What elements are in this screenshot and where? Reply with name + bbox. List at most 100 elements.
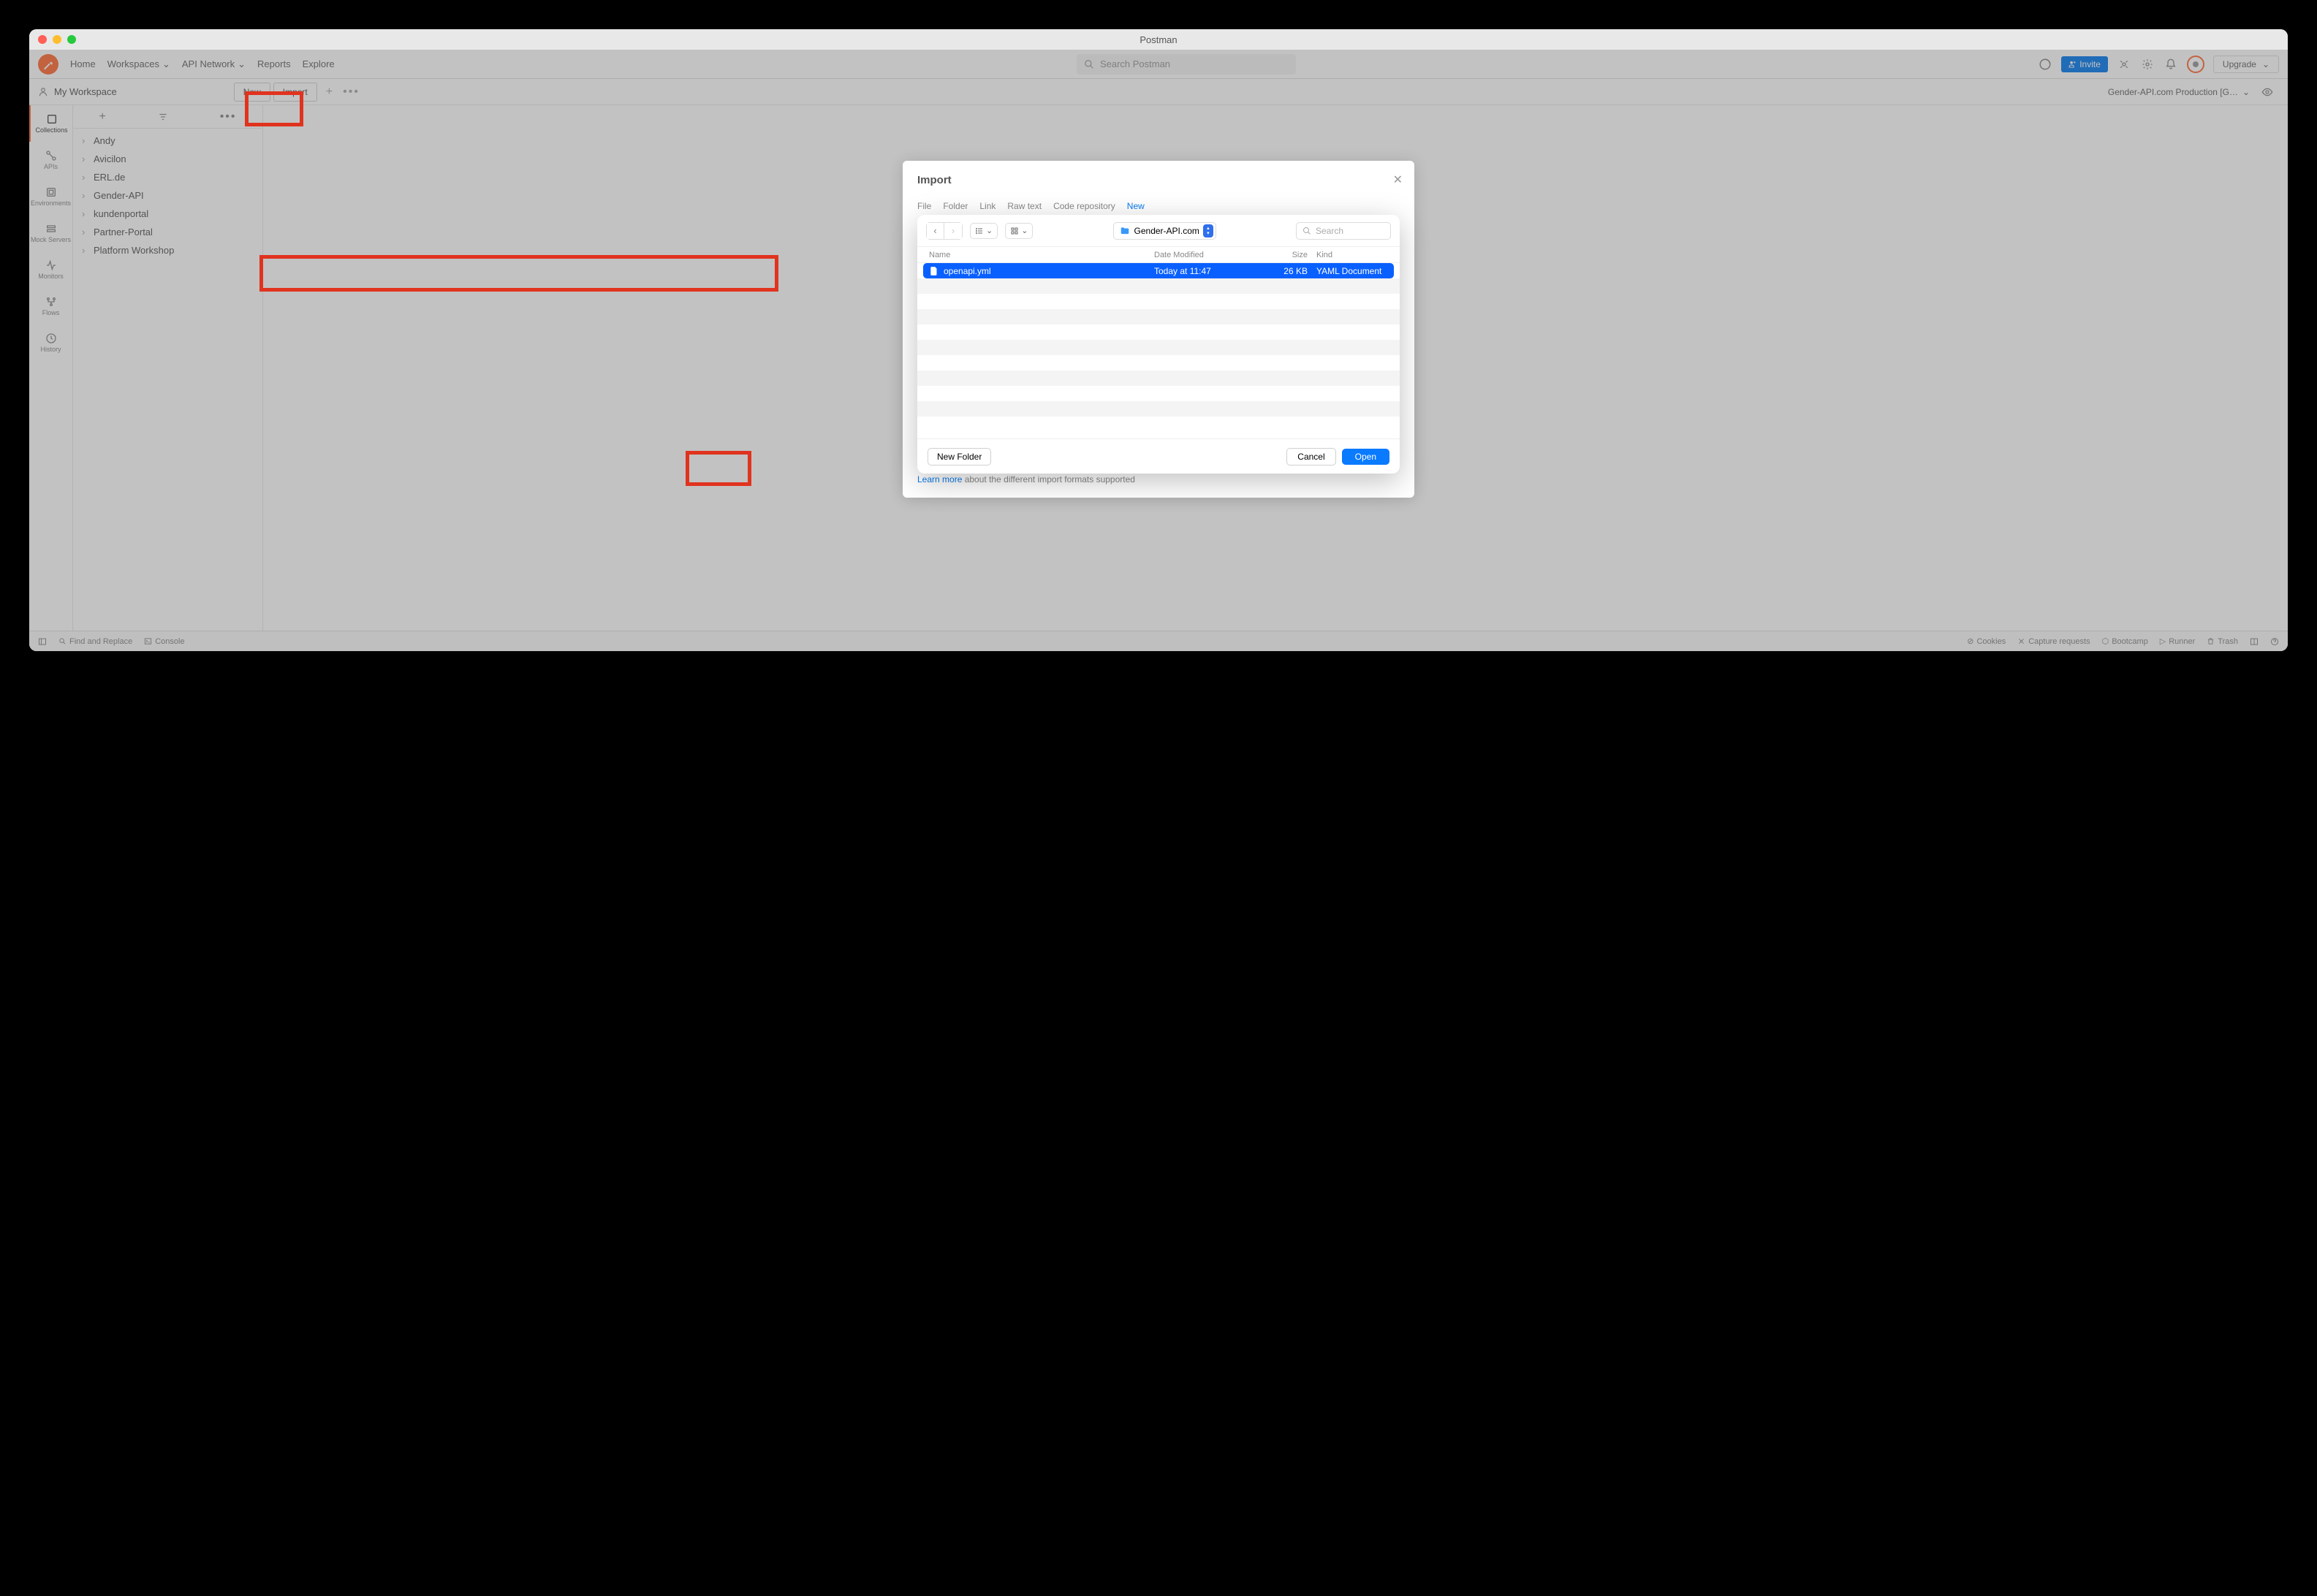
chevron-right-icon: › [82,190,89,201]
file-picker: ‹ › ⌄ ⌄ Gender-API.com ▴▾ Search [917,215,1400,474]
close-icon[interactable] [38,35,47,44]
collection-item[interactable]: ›Avicilon [73,150,262,168]
open-button[interactable]: Open [1342,449,1389,465]
nav-home[interactable]: Home [70,58,96,69]
two-pane-icon[interactable] [2250,637,2259,646]
find-replace[interactable]: Find and Replace [58,637,132,646]
modal-title: Import [917,174,1400,186]
search-input[interactable]: Search Postman [1077,54,1296,75]
table-row [917,401,1400,417]
trash[interactable]: Trash [2207,637,2238,646]
table-row [917,386,1400,401]
file-row-selected[interactable]: openapi.yml Today at 11:47 26 KB YAML Do… [923,263,1394,278]
list-view-button[interactable]: ⌄ [970,223,998,239]
collection-item[interactable]: ›Andy [73,132,262,150]
chevron-right-icon: › [82,245,89,256]
add-icon[interactable]: + [99,110,105,123]
cookies[interactable]: ⊘ Cookies [1967,636,2006,646]
more-icon[interactable]: ••• [343,86,360,99]
collection-item[interactable]: ›Partner-Portal [73,223,262,241]
new-button[interactable]: New [234,83,270,102]
invite-button[interactable]: Invite [2061,56,2108,72]
collection-item[interactable]: ›Gender-API [73,186,262,205]
chevron-right-icon: › [82,208,89,219]
file-list: openapi.yml Today at 11:47 26 KB YAML Do… [917,263,1400,438]
chevron-down-icon: ⌄ [986,226,993,235]
eye-icon[interactable] [2261,86,2273,98]
forward-button[interactable]: › [944,223,962,239]
tab-new[interactable]: New [1127,201,1145,211]
postman-logo-icon[interactable] [38,54,58,75]
filter-icon[interactable] [158,112,168,122]
console[interactable]: Console [144,637,184,646]
gear-icon[interactable] [2140,57,2155,72]
collection-item[interactable]: ›Platform Workshop [73,241,262,259]
runner[interactable]: ▷ Runner [2160,636,2196,646]
maximize-icon[interactable] [67,35,76,44]
back-button[interactable]: ‹ [927,223,944,239]
sidebar-item-mock-servers[interactable]: Mock Servers [29,215,72,251]
cancel-button[interactable]: Cancel [1286,448,1335,466]
table-row [917,294,1400,309]
learn-more-link[interactable]: Learn more [917,474,962,484]
new-folder-button[interactable]: New Folder [928,448,991,466]
chevron-right-icon: › [82,227,89,238]
satellite-icon[interactable] [2117,57,2131,72]
tab-code-repo[interactable]: Code repository [1053,201,1115,211]
add-tab-icon[interactable]: + [326,86,333,99]
chevron-down-icon: ⌄ [238,58,246,70]
chevron-right-icon: › [82,135,89,146]
close-icon[interactable]: ✕ [1393,172,1403,187]
collection-item[interactable]: ›ERL.de [73,168,262,186]
nav-api-network[interactable]: API Network⌄ [182,58,246,70]
sync-icon[interactable] [2038,57,2052,72]
environment-select[interactable]: Gender-API.com Production [G… ⌄ [2102,83,2279,101]
nav-reports[interactable]: Reports [257,58,291,69]
chevron-down-icon: ⌄ [1021,226,1028,235]
sidebar-toggle-icon[interactable] [38,637,47,646]
capture-requests[interactable]: Capture requests [2017,637,2090,646]
sidebar-item-collections[interactable]: Collections [29,105,72,142]
tab-folder[interactable]: Folder [943,201,968,211]
avatar[interactable] [2187,56,2204,73]
nav-workspaces[interactable]: Workspaces⌄ [107,58,170,70]
table-row [917,417,1400,432]
tab-link[interactable]: Link [979,201,996,211]
tab-file[interactable]: File [917,201,931,211]
traffic-lights[interactable] [29,35,76,44]
sidebar-item-flows[interactable]: Flows [29,288,72,324]
sidebar-item-history[interactable]: History [29,324,72,361]
table-row [917,324,1400,340]
chevron-right-icon: › [82,153,89,164]
sidebar-item-apis[interactable]: APIs [29,142,72,178]
collection-item[interactable]: ›kundenportal [73,205,262,223]
bell-icon[interactable] [2164,57,2178,72]
sidebar-item-environments[interactable]: Environments [29,178,72,215]
workspace-selector[interactable]: My Workspace [38,86,117,97]
user-plus-icon [2068,60,2077,68]
search-placeholder: Search Postman [1100,58,1170,69]
help-icon[interactable] [2270,637,2279,646]
upgrade-button[interactable]: Upgrade⌄ [2213,56,2279,73]
nav-explore[interactable]: Explore [303,58,335,69]
minimize-icon[interactable] [53,35,61,44]
folder-icon [1120,226,1130,236]
document-icon [929,266,939,276]
search-input[interactable]: Search [1296,222,1391,240]
learn-more-text: Learn more about the different import fo… [917,474,1400,484]
table-row [917,340,1400,355]
more-icon[interactable]: ••• [220,110,237,123]
import-button[interactable]: Import [273,83,317,102]
sidebar-rail: Collections APIs Environments Mock Serve… [29,105,73,631]
table-row [917,278,1400,294]
table-row [917,309,1400,324]
sidebar-item-monitors[interactable]: Monitors [29,251,72,288]
path-selector[interactable]: Gender-API.com ▴▾ [1113,222,1216,240]
tab-raw-text[interactable]: Raw text [1007,201,1042,211]
bootcamp[interactable]: ⬡ Bootcamp [2102,636,2148,646]
chevron-down-icon: ⌄ [2242,87,2250,97]
file-list-header[interactable]: Name Date Modified Size Kind [917,247,1400,263]
group-button[interactable]: ⌄ [1005,223,1033,239]
chevron-down-icon: ⌄ [162,58,170,70]
search-icon [1084,59,1094,69]
